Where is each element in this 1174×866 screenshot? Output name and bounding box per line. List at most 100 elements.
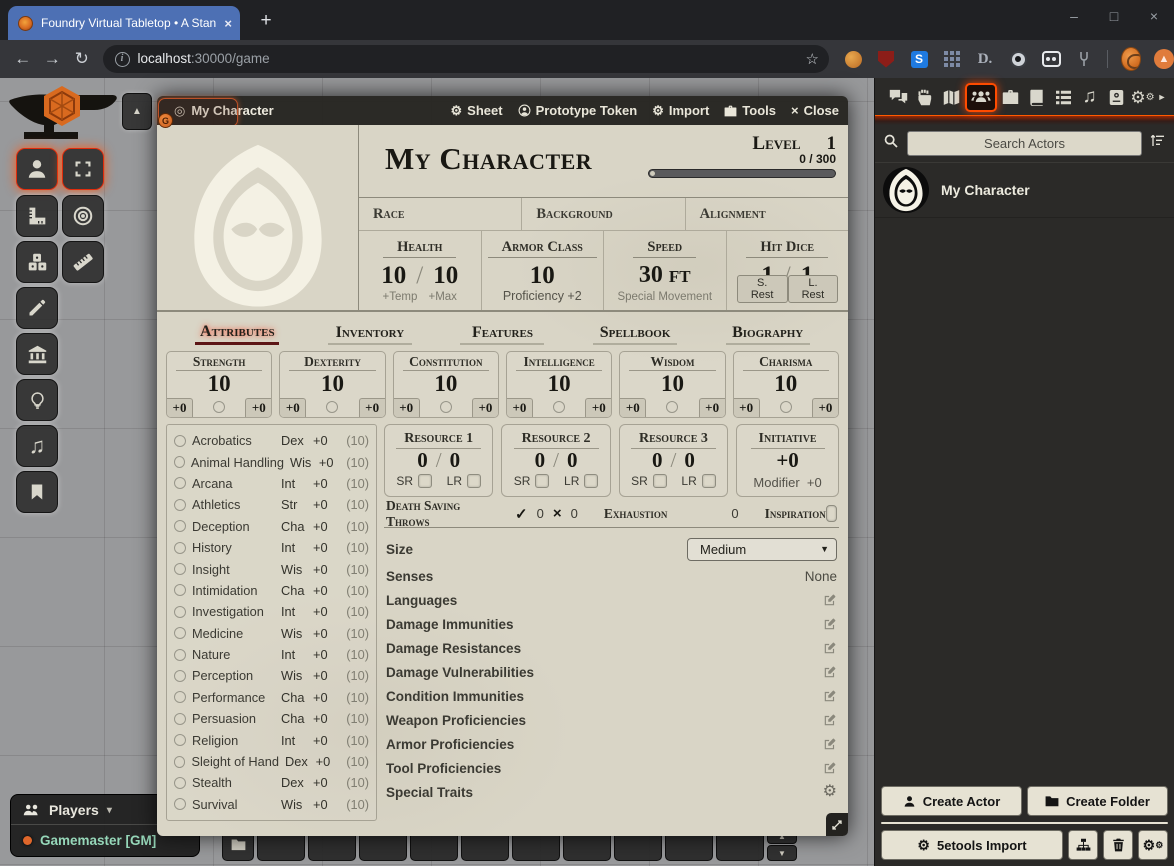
- skill-row[interactable]: Performance Cha +0 (10): [174, 687, 369, 708]
- skill-proficiency-radio[interactable]: [174, 584, 186, 596]
- skill-proficiency-radio[interactable]: [174, 627, 186, 639]
- game-canvas[interactable]: ▲ ♫ Players ▾ Gamemast: [0, 78, 1174, 866]
- lighting-tool-button[interactable]: [16, 379, 58, 421]
- hp-max[interactable]: 10: [433, 262, 458, 289]
- skill-row[interactable]: Stealth Dex +0 (10): [174, 772, 369, 793]
- update-chrome-icon[interactable]: ▲: [1154, 49, 1174, 69]
- ability-proficiency-radio[interactable]: [780, 401, 792, 413]
- skill-proficiency-radio[interactable]: [174, 713, 186, 725]
- short-rest-button[interactable]: S. Rest: [737, 275, 788, 303]
- hp-current[interactable]: 10: [381, 262, 406, 289]
- scenes-tab-icon[interactable]: [938, 84, 964, 110]
- collapse-sidebar-icon[interactable]: ►: [1156, 84, 1168, 110]
- senses-value[interactable]: None: [805, 569, 837, 584]
- background-field[interactable]: Background: [522, 198, 685, 230]
- skill-row[interactable]: Acrobatics Dex +0 (10): [174, 430, 369, 451]
- site-info-icon[interactable]: i: [115, 52, 130, 67]
- ability-save-mod[interactable]: +0: [280, 398, 306, 417]
- skill-row[interactable]: Insight Wis +0 (10): [174, 558, 369, 579]
- ability-save-mod[interactable]: +0: [734, 398, 760, 417]
- ability-proficiency-radio[interactable]: [553, 401, 565, 413]
- skill-row[interactable]: Medicine Wis +0 (10): [174, 623, 369, 644]
- edit-icon[interactable]: [823, 665, 837, 679]
- skill-row[interactable]: Animal Handling Wis +0 (10): [174, 451, 369, 472]
- resource-max[interactable]: 0: [450, 448, 461, 472]
- resource-label[interactable]: Resource 1: [396, 431, 481, 449]
- actors-tab-icon[interactable]: [965, 83, 997, 112]
- ability-score[interactable]: 10: [394, 371, 498, 397]
- drawing-tool-button[interactable]: [16, 287, 58, 329]
- lr-checkbox[interactable]: [702, 474, 716, 488]
- resource-label[interactable]: Resource 3: [631, 431, 716, 449]
- tab-features[interactable]: Features: [460, 324, 544, 345]
- ability-name[interactable]: Charisma: [743, 354, 829, 371]
- edit-icon[interactable]: [823, 593, 837, 607]
- skill-proficiency-radio[interactable]: [174, 691, 186, 703]
- combat-tab-icon[interactable]: [912, 84, 938, 110]
- actor-avatar[interactable]: [883, 167, 929, 213]
- skill-row[interactable]: Religion Int +0 (10): [174, 729, 369, 750]
- create-folder-button[interactable]: Create Folder: [1027, 786, 1168, 816]
- sr-checkbox[interactable]: [418, 474, 432, 488]
- ruler-combined-tool-button[interactable]: [16, 195, 58, 237]
- skill-proficiency-radio[interactable]: [174, 542, 186, 554]
- close-window-button[interactable]: ×Close: [791, 103, 839, 118]
- ability-name[interactable]: Wisdom: [629, 354, 715, 371]
- actor-list-item[interactable]: My Character: [875, 162, 1174, 218]
- resource-current[interactable]: 0: [417, 448, 428, 472]
- alignment-field[interactable]: Alignment: [686, 198, 848, 230]
- configure-gears-button[interactable]: ⚙⚙: [1138, 830, 1168, 860]
- size-select[interactable]: Medium ▼: [687, 538, 837, 561]
- edit-icon[interactable]: [823, 641, 837, 655]
- hp-temp-label[interactable]: +Temp: [383, 291, 418, 303]
- skill-proficiency-radio[interactable]: [174, 756, 185, 768]
- target-tool-button[interactable]: [62, 195, 104, 237]
- resource-current[interactable]: 0: [535, 448, 546, 472]
- lr-checkbox[interactable]: [584, 474, 598, 488]
- special-movement-label[interactable]: Special Movement: [604, 291, 726, 303]
- skill-proficiency-radio[interactable]: [174, 520, 186, 532]
- skill-proficiency-radio[interactable]: [174, 798, 186, 810]
- initiative-value[interactable]: +0: [741, 449, 834, 472]
- ability-name[interactable]: Constitution: [403, 354, 489, 371]
- resource-max[interactable]: 0: [684, 448, 695, 472]
- ability-check-mod[interactable]: +0: [812, 398, 838, 417]
- skill-row[interactable]: Perception Wis +0 (10): [174, 665, 369, 686]
- death-success-count[interactable]: 0: [537, 506, 544, 521]
- ability-score[interactable]: 10: [507, 371, 611, 397]
- race-field[interactable]: Race: [359, 198, 522, 230]
- skill-row[interactable]: History Int +0 (10): [174, 537, 369, 558]
- skill-proficiency-radio[interactable]: [174, 499, 186, 511]
- skill-row[interactable]: Investigation Int +0 (10): [174, 601, 369, 622]
- import-button[interactable]: ⚙Import: [652, 103, 709, 119]
- skill-proficiency-radio[interactable]: [174, 563, 186, 575]
- ability-proficiency-radio[interactable]: [666, 401, 678, 413]
- ability-score[interactable]: 10: [280, 371, 384, 397]
- skill-row[interactable]: Persuasion Cha +0 (10): [174, 708, 369, 729]
- sheet-titlebar[interactable]: ◎ My Character ⚙Sheet Prototype Token ⚙I…: [157, 96, 848, 125]
- skill-row[interactable]: Arcana Int +0 (10): [174, 473, 369, 494]
- tab-close-icon[interactable]: ×: [224, 16, 232, 31]
- skill-proficiency-radio[interactable]: [174, 435, 186, 447]
- initiative-mod-value[interactable]: +0: [807, 475, 822, 490]
- items-tab-icon[interactable]: [997, 84, 1023, 110]
- ability-proficiency-radio[interactable]: [326, 401, 338, 413]
- browser-tab[interactable]: Foundry Virtual Tabletop • A Stan ×: [8, 6, 240, 40]
- collapse-controls-button[interactable]: ▲: [122, 93, 152, 130]
- edit-icon[interactable]: [823, 761, 837, 775]
- ability-score[interactable]: 10: [620, 371, 724, 397]
- skill-proficiency-radio[interactable]: [174, 777, 186, 789]
- tab-spellbook[interactable]: Spellbook: [593, 324, 677, 345]
- url-bar[interactable]: i localhost:30000/game ☆: [103, 45, 829, 73]
- edit-icon[interactable]: [823, 617, 837, 631]
- ability-score[interactable]: 10: [167, 371, 271, 397]
- ability-save-mod[interactable]: +0: [507, 398, 533, 417]
- ac-value[interactable]: 10: [530, 262, 555, 289]
- ability-check-mod[interactable]: +0: [245, 398, 271, 417]
- oo-extension-icon[interactable]: [1042, 51, 1061, 67]
- resource-current[interactable]: 0: [652, 448, 663, 472]
- character-portrait[interactable]: [157, 125, 359, 310]
- skill-row[interactable]: Deception Cha +0 (10): [174, 516, 369, 537]
- reload-icon[interactable]: ↻: [67, 49, 97, 69]
- resource-max[interactable]: 0: [567, 448, 578, 472]
